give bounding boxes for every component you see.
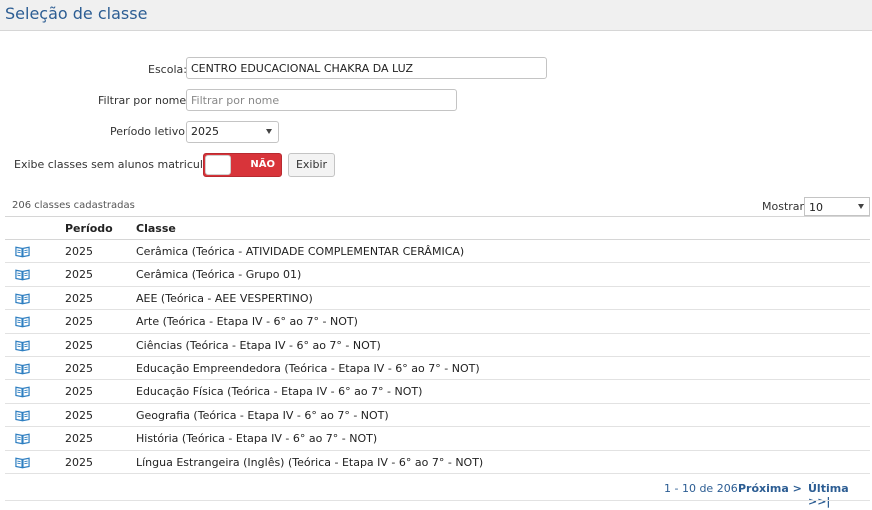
cell-classe: Geografia (Teórica - Etapa IV - 6° ao 7°… (136, 408, 389, 422)
column-header-periodo: Período (65, 222, 113, 235)
cell-periodo: 2025 (65, 432, 93, 446)
class-table: Período Classe 2025 Cerâmica (Teórica - A… (5, 216, 870, 474)
show-label: Mostrar: (762, 200, 808, 213)
class-count: 206 classes cadastradas (12, 200, 135, 211)
cell-periodo: 2025 (65, 385, 93, 399)
cell-classe: Arte (Teórica - Etapa IV - 6° ao 7° - NO… (136, 315, 358, 329)
cell-classe: AEE (Teórica - AEE VESPERTINO) (136, 291, 313, 305)
toggle-state-label: NÃO (250, 159, 275, 170)
cell-periodo: 2025 (65, 455, 93, 469)
cell-classe: Língua Estrangeira (Inglês) (Teórica - E… (136, 455, 484, 469)
page-size-value: 10 (809, 201, 823, 214)
periodo-label: Período letivo: (110, 125, 189, 138)
divider (5, 500, 870, 501)
open-book-icon[interactable] (15, 315, 30, 328)
chevron-down-icon (266, 129, 272, 134)
periodo-select[interactable]: 2025 (186, 121, 279, 143)
table-header: Período Classe (5, 216, 870, 240)
cell-periodo: 2025 (65, 245, 93, 258)
escola-label: Escola: (148, 63, 187, 76)
exibir-button[interactable]: Exibir (288, 153, 335, 177)
table-row[interactable]: 2025 AEE (Teórica - AEE VESPERTINO) (5, 287, 870, 311)
page-title: Seleção de classe (5, 4, 148, 23)
page-size-select[interactable]: 10 (804, 197, 870, 216)
open-book-icon[interactable] (15, 339, 30, 352)
table-row[interactable]: 2025 História (Teórica - Etapa IV - 6° ao… (5, 427, 870, 451)
open-book-icon[interactable] (15, 456, 30, 469)
cell-classe: Ciências (Teórica - Etapa IV - 6° ao 7° … (136, 338, 381, 352)
column-header-classe: Classe (136, 222, 176, 235)
open-book-icon[interactable] (15, 385, 30, 398)
open-book-icon[interactable] (15, 362, 30, 375)
next-page-link[interactable]: Próxima > (738, 482, 802, 495)
table-row[interactable]: 2025 Geografia (Teórica - Etapa IV - 6° a… (5, 404, 870, 428)
table-row[interactable]: 2025 Arte (Teórica - Etapa IV - 6° ao 7° … (5, 310, 870, 334)
nome-label: Filtrar por nome: (98, 94, 190, 107)
cell-periodo: 2025 (65, 408, 93, 422)
open-book-icon[interactable] (15, 292, 30, 305)
page-header: Seleção de classe (0, 0, 872, 31)
open-book-icon[interactable] (15, 432, 30, 445)
sem-alunos-label: Exibe classes sem alunos matriculados: (14, 158, 233, 171)
open-book-icon[interactable] (15, 409, 30, 422)
cell-periodo: 2025 (65, 268, 93, 282)
cell-periodo: 2025 (65, 315, 93, 329)
pager-range: 1 - 10 de 206 (664, 482, 738, 495)
cell-classe: Cerâmica (Teórica - Grupo 01) (136, 268, 302, 282)
escola-field[interactable] (186, 57, 547, 79)
table-row[interactable]: 2025 Língua Estrangeira (Inglês) (Teórica… (5, 451, 870, 474)
table-body: 2025 Cerâmica (Teórica - ATIVIDADE COMPLE… (5, 240, 870, 474)
table-row[interactable]: 2025 Ciências (Teórica - Etapa IV - 6° ao… (5, 334, 870, 357)
chevron-down-icon (858, 204, 864, 209)
open-book-icon[interactable] (15, 245, 30, 258)
toggle-knob (205, 155, 231, 175)
open-book-icon[interactable] (15, 268, 30, 281)
table-row[interactable]: 2025 Cerâmica (Teórica - ATIVIDADE COMPLE… (5, 240, 870, 264)
cell-periodo: 2025 (65, 291, 93, 305)
cell-classe: Educação Física (Teórica - Etapa IV - 6°… (136, 385, 423, 399)
cell-periodo: 2025 (65, 338, 93, 352)
nome-filter-input[interactable] (186, 89, 457, 111)
table-row[interactable]: 2025 Educação Empreendedora (Teórica - Et… (5, 357, 870, 381)
table-row[interactable]: 2025 Educação Física (Teórica - Etapa IV … (5, 380, 870, 404)
periodo-select-value: 2025 (191, 125, 219, 138)
cell-classe: Cerâmica (Teórica - ATIVIDADE COMPLEMENT… (136, 245, 465, 258)
table-row[interactable]: 2025 Cerâmica (Teórica - Grupo 01) (5, 263, 870, 287)
sem-alunos-toggle[interactable]: NÃO (203, 153, 282, 177)
cell-periodo: 2025 (65, 361, 93, 375)
cell-classe: Educação Empreendedora (Teórica - Etapa … (136, 361, 480, 375)
last-page-link[interactable]: Última >>| (808, 482, 872, 508)
cell-classe: História (Teórica - Etapa IV - 6° ao 7° … (136, 432, 378, 446)
